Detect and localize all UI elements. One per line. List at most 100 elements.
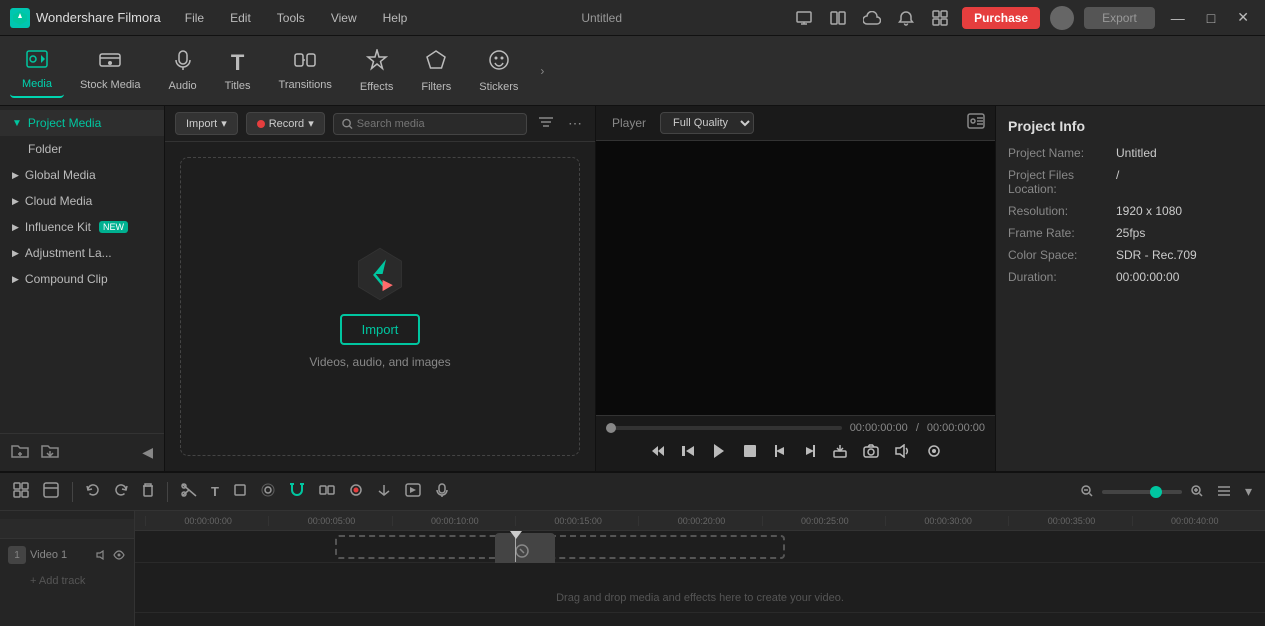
- track-volume-icon[interactable]: [95, 546, 109, 564]
- sidebar-item-influence-kit[interactable]: ▶ Influence Kit NEW: [0, 214, 164, 240]
- project-files-label: Project Files Location:: [1008, 168, 1108, 196]
- split-icon[interactable]: [826, 6, 850, 30]
- redo-icon[interactable]: [109, 480, 133, 503]
- tl-sep-1: [72, 482, 73, 502]
- toolbar-item-titles[interactable]: T Titles: [213, 44, 263, 98]
- filmora-logo-svg: [350, 239, 410, 309]
- more-options-icon[interactable]: ⋯: [565, 112, 585, 135]
- ripple-icon[interactable]: [256, 480, 280, 503]
- record-tl-icon[interactable]: [344, 480, 368, 503]
- list-view-icon[interactable]: [1212, 481, 1236, 503]
- search-input[interactable]: [357, 118, 518, 130]
- maximize-button[interactable]: □: [1201, 10, 1221, 26]
- global-media-label: Global Media: [25, 168, 96, 182]
- track-row-video1[interactable]: [135, 531, 1265, 563]
- purchase-button[interactable]: Purchase: [962, 7, 1040, 29]
- add-to-timeline-icon[interactable]: [828, 441, 852, 464]
- stock-media-toolbar-icon: [99, 51, 121, 75]
- folder-label: Folder: [28, 142, 62, 156]
- filters-toolbar-icon: [425, 49, 447, 77]
- crop-icon[interactable]: [228, 480, 252, 503]
- progress-thumb[interactable]: [606, 423, 616, 433]
- grid-icon[interactable]: [928, 6, 952, 30]
- import-folder-icon[interactable]: [38, 440, 62, 465]
- volume-icon[interactable]: [890, 441, 916, 464]
- scene-detect-icon[interactable]: [8, 479, 34, 504]
- global-media-arrow-icon: ▶: [12, 170, 19, 181]
- menu-help[interactable]: Help: [379, 9, 412, 27]
- sidebar-item-adjustment-layer[interactable]: ▶ Adjustment La...: [0, 240, 164, 266]
- toolbar-more-chevron[interactable]: ›: [534, 64, 550, 78]
- player-tab[interactable]: Player: [606, 113, 652, 133]
- main-area: ▼ Project Media Folder ▶ Global Media ▶ …: [0, 106, 1265, 471]
- collapse-panel-icon[interactable]: ◀: [139, 441, 156, 464]
- toolbar-filters-label: Filters: [421, 81, 451, 93]
- duration-label: Duration:: [1008, 270, 1108, 284]
- snapshot-icon[interactable]: [858, 441, 884, 464]
- toolbar-item-media[interactable]: Media: [10, 44, 64, 98]
- delete-icon[interactable]: [137, 480, 159, 503]
- sidebar-item-cloud-media[interactable]: ▶ Cloud Media: [0, 188, 164, 214]
- step-back-icon[interactable]: [676, 441, 700, 464]
- toolbar-item-filters[interactable]: Filters: [409, 43, 463, 99]
- audio-tl-icon[interactable]: [430, 480, 454, 503]
- sidebar-item-compound-clip[interactable]: ▶ Compound Clip: [0, 266, 164, 292]
- group-icon[interactable]: [314, 480, 340, 503]
- import-tl-icon[interactable]: [372, 480, 396, 503]
- mark-out-icon[interactable]: [798, 441, 822, 464]
- user-avatar[interactable]: [1050, 6, 1074, 30]
- timeline-view-icon[interactable]: [38, 479, 64, 504]
- video-effects-icon[interactable]: [400, 480, 426, 503]
- cut-icon[interactable]: [176, 480, 202, 503]
- progress-bar[interactable]: [606, 426, 842, 430]
- notification-icon[interactable]: [894, 6, 918, 30]
- undo-icon[interactable]: [81, 480, 105, 503]
- mark-in-icon[interactable]: [768, 441, 792, 464]
- zoom-thumb[interactable]: [1150, 486, 1162, 498]
- record-button[interactable]: Record ▾: [246, 112, 325, 135]
- import-cta-button[interactable]: Import: [340, 314, 421, 345]
- play-icon[interactable]: [706, 440, 732, 465]
- import-button[interactable]: Import ▾: [175, 112, 238, 135]
- track-row-empty[interactable]: Drag and drop media and effects here to …: [135, 563, 1265, 613]
- track-eye-icon[interactable]: [112, 546, 126, 564]
- settings-playback-icon[interactable]: [922, 441, 946, 464]
- sidebar-item-folder[interactable]: Folder: [0, 136, 164, 162]
- zoom-slider[interactable]: [1102, 490, 1182, 494]
- export-button[interactable]: Export: [1084, 7, 1155, 29]
- sidebar-item-global-media[interactable]: ▶ Global Media: [0, 162, 164, 188]
- magnet-icon[interactable]: [284, 480, 310, 503]
- monitor-icon[interactable]: [792, 6, 816, 30]
- toolbar-item-effects[interactable]: Effects: [348, 43, 405, 99]
- sidebar-item-project-media[interactable]: ▼ Project Media: [0, 110, 164, 136]
- toolbar-item-audio[interactable]: Audio: [157, 44, 209, 98]
- menu-edit[interactable]: Edit: [226, 9, 255, 27]
- toolbar-stickers-label: Stickers: [479, 81, 518, 93]
- preview-settings-icon[interactable]: [967, 113, 985, 134]
- toolbar-item-stock-media[interactable]: Stock Media: [68, 45, 153, 97]
- close-button[interactable]: ✕: [1231, 9, 1255, 26]
- title-actions: Purchase Export — □ ✕: [792, 6, 1255, 30]
- cloud-icon[interactable]: [860, 6, 884, 30]
- add-folder-icon[interactable]: [8, 440, 32, 465]
- menu-view[interactable]: View: [327, 9, 361, 27]
- minimize-button[interactable]: —: [1165, 10, 1191, 26]
- zoom-in-icon[interactable]: [1186, 481, 1208, 503]
- project-name-value: Untitled: [1116, 146, 1157, 160]
- quality-select[interactable]: Full Quality: [660, 112, 754, 134]
- track-area[interactable]: 00:00:00:00 00:00:05:00 00:00:10:00 00:0…: [135, 511, 1265, 626]
- text-overlay-icon[interactable]: T: [206, 481, 224, 502]
- right-panel: Project Info Project Name: Untitled Proj…: [995, 106, 1265, 471]
- toolbar-item-transitions[interactable]: Transitions: [267, 45, 344, 97]
- zoom-out-icon[interactable]: [1076, 481, 1098, 503]
- more-tl-icon[interactable]: ▾: [1240, 480, 1257, 503]
- menu-file[interactable]: File: [181, 9, 208, 27]
- menu-tools[interactable]: Tools: [273, 9, 309, 27]
- filter-settings-icon[interactable]: [535, 112, 557, 135]
- timeline-content: 1 Video 1 + Add track 00:00:00:00 00:00:…: [0, 511, 1265, 626]
- info-row-files: Project Files Location: /: [1008, 168, 1253, 196]
- app-logo-icon: [10, 8, 30, 28]
- stop-icon[interactable]: [738, 441, 762, 464]
- toolbar-item-stickers[interactable]: Stickers: [467, 43, 530, 99]
- skip-back-icon[interactable]: [646, 441, 670, 464]
